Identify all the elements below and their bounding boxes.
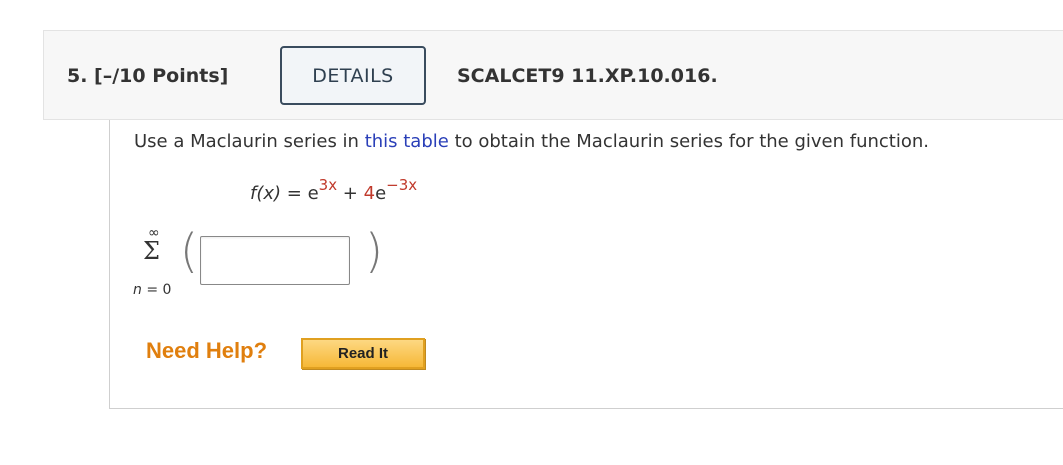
exponent-2: −3x [386,176,418,194]
plus-sign: + [337,183,364,204]
summation-notation: ∞ Σ n = 0 [128,223,178,303]
summation-lower-limit: n = 0 [133,282,171,298]
exponent-1: 3x [318,176,338,194]
base-e-2: e [375,183,387,204]
left-parenthesis: ( [180,224,198,278]
function-expression: f(x) = e3x + 4e−3x [250,176,417,204]
coefficient-2: 4 [363,183,376,204]
instruction-text: Use a Maclaurin series in this table to … [134,131,929,152]
function-lhs: f(x) [250,183,282,204]
assignment-code: SCALCET9 11.XP.10.016. [457,65,718,87]
instruction-after: to obtain the Maclaurin series for the g… [448,131,929,152]
this-table-link[interactable]: this table [365,131,449,152]
summation-start: = 0 [141,282,172,298]
details-button[interactable]: DETAILS [280,46,426,105]
answer-input[interactable] [200,236,350,285]
instruction-before: Use a Maclaurin series in [134,131,365,152]
equals-sign: = [281,183,308,204]
base-e-1: e [307,183,319,204]
read-it-button[interactable]: Read It [301,338,425,369]
question-content: Use a Maclaurin series in this table to … [109,120,1063,409]
right-parenthesis: ) [365,224,383,278]
need-help-label: Need Help? [146,338,268,363]
question-number-label: 5. [–/10 Points] [67,65,229,87]
sigma-symbol: Σ [143,237,160,265]
question-header: 5. [–/10 Points] DETAILS SCALCET9 11.XP.… [43,30,1063,120]
summation-index: n [133,282,142,298]
